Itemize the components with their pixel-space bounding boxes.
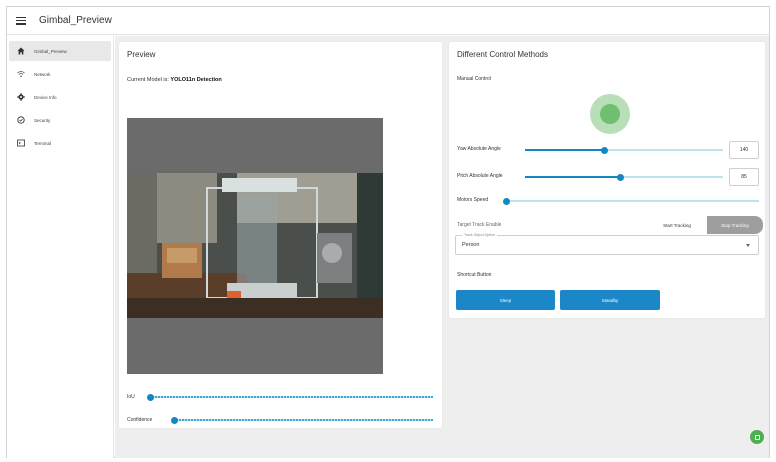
sidebar-item-label: Network	[34, 71, 51, 77]
iou-slider-track[interactable]	[149, 396, 433, 398]
pitch-slider-fill	[525, 176, 621, 178]
app-title: Gimbal_Preview	[39, 15, 112, 26]
current-model-name: YOLO11n Detection	[170, 77, 222, 83]
app-bar: Gimbal_Preview	[7, 7, 769, 35]
pitch-label: Pitch Absolute Angle	[457, 173, 503, 179]
floating-action-button[interactable]	[750, 430, 764, 444]
app-window: Gimbal_Preview Gimbal_Preview Network De…	[6, 6, 770, 458]
sidebar: Gimbal_Preview Network Device Info Secur…	[7, 36, 114, 458]
shortcut-label: Shortcut Button	[457, 272, 492, 278]
sidebar-item-security[interactable]: Security	[9, 110, 111, 130]
iou-slider-thumb[interactable]	[147, 393, 154, 401]
motors-speed-slider-track[interactable]	[505, 200, 759, 202]
standby-button[interactable]: Standby	[560, 290, 660, 310]
motors-speed-slider-thumb[interactable]	[503, 197, 510, 205]
controls-title: Different Control Methods	[457, 50, 549, 59]
shield-icon	[17, 116, 25, 124]
track-object-select[interactable]: Track Object Option Person	[455, 233, 759, 255]
wifi-icon	[17, 70, 25, 78]
confidence-slider-row: Confidence	[127, 414, 437, 426]
confidence-label: Confidence	[127, 417, 153, 423]
controls-card: Different Control Methods Manual Control…	[449, 42, 765, 318]
sidebar-item-terminal[interactable]: Terminal	[9, 133, 111, 153]
sidebar-item-gimbal-preview[interactable]: Gimbal_Preview	[9, 41, 111, 61]
camera-image	[127, 173, 383, 318]
iou-label: IoU	[127, 394, 135, 400]
main-content: Preview Current Model is: YOLO11n Detect…	[115, 36, 769, 458]
menu-icon[interactable]	[16, 16, 26, 25]
yaw-slider-thumb[interactable]	[601, 146, 608, 154]
target-track-label: Target Track Enable	[457, 222, 502, 228]
sidebar-item-label: Gimbal_Preview	[34, 48, 67, 54]
sidebar-item-label: Terminal	[34, 140, 52, 146]
start-tracking-button[interactable]: Start Tracking	[649, 216, 705, 234]
preview-title: Preview	[127, 50, 156, 59]
gear-icon	[17, 93, 25, 101]
fab-icon	[754, 434, 760, 440]
yaw-value-input[interactable]: 140	[729, 141, 759, 159]
terminal-icon	[17, 139, 25, 147]
sidebar-item-label: Security	[34, 117, 51, 123]
manual-control-label: Manual Control	[457, 76, 491, 82]
joystick[interactable]	[590, 94, 630, 134]
sidebar-item-device-info[interactable]: Device Info	[9, 87, 111, 107]
track-object-value: Person	[462, 242, 480, 248]
pitch-value-input[interactable]: 85	[729, 168, 759, 186]
confidence-slider-track[interactable]	[173, 419, 433, 421]
pitch-slider-thumb[interactable]	[617, 173, 624, 181]
sleep-button[interactable]: Sleep	[456, 290, 555, 310]
current-model-line: Current Model is: YOLO11n Detection	[127, 77, 222, 83]
yaw-label: Yaw Absolute Angle	[457, 146, 501, 152]
confidence-slider-thumb[interactable]	[171, 416, 178, 424]
motors-speed-label: Motors Speed	[457, 197, 489, 203]
home-icon	[17, 47, 25, 55]
current-model-prefix: Current Model is:	[127, 77, 169, 83]
sidebar-item-label: Device Info	[34, 94, 57, 100]
track-object-legend: Track Object Option	[462, 233, 497, 237]
preview-card: Preview Current Model is: YOLO11n Detect…	[119, 42, 442, 428]
chevron-down-icon	[746, 244, 750, 247]
sidebar-item-network[interactable]: Network	[9, 64, 111, 84]
iou-slider-row: IoU	[127, 391, 437, 403]
yaw-slider-fill	[525, 149, 605, 151]
stop-tracking-button[interactable]: Stop Tracking	[707, 216, 763, 234]
joystick-handle[interactable]	[600, 104, 620, 124]
video-preview	[127, 118, 383, 374]
